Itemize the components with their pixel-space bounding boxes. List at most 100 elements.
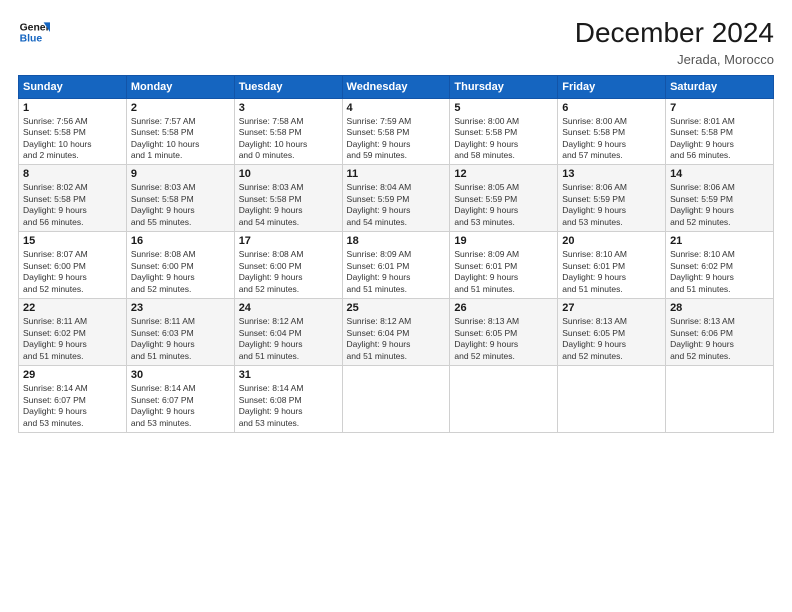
day-cell: 23 Sunrise: 8:11 AMSunset: 6:03 PMDayligh…: [126, 299, 234, 366]
day-number: 27: [562, 302, 661, 314]
day-info: Sunrise: 8:06 AMSunset: 5:59 PMDaylight:…: [562, 182, 661, 228]
col-friday: Friday: [558, 75, 666, 98]
col-sunday: Sunday: [19, 75, 127, 98]
week-row-1: 1 Sunrise: 7:56 AMSunset: 5:58 PMDaylight…: [19, 98, 774, 165]
day-cell: 15 Sunrise: 8:07 AMSunset: 6:00 PMDayligh…: [19, 232, 127, 299]
day-cell: 1 Sunrise: 7:56 AMSunset: 5:58 PMDaylight…: [19, 98, 127, 165]
day-number: 30: [131, 369, 230, 381]
week-row-2: 8 Sunrise: 8:02 AMSunset: 5:58 PMDaylight…: [19, 165, 774, 232]
day-cell: [666, 366, 774, 433]
day-info: Sunrise: 8:13 AMSunset: 6:05 PMDaylight:…: [562, 316, 661, 362]
logo: General Blue: [18, 16, 50, 48]
day-cell: 24 Sunrise: 8:12 AMSunset: 6:04 PMDayligh…: [234, 299, 342, 366]
day-cell: 10Sunrise: 8:03 AMSunset: 5:58 PMDayligh…: [234, 165, 342, 232]
page-header: General Blue December 2024 Jerada, Moroc…: [18, 16, 774, 67]
week-row-5: 29Sunrise: 8:14 AMSunset: 6:07 PMDayligh…: [19, 366, 774, 433]
day-number: 16: [131, 235, 230, 247]
day-info: Sunrise: 8:14 AMSunset: 6:07 PMDaylight:…: [23, 383, 122, 429]
day-number: 8: [23, 168, 122, 180]
day-cell: 9Sunrise: 8:03 AMSunset: 5:58 PMDaylight…: [126, 165, 234, 232]
day-cell: 12 Sunrise: 8:05 AMSunset: 5:59 PMDayligh…: [450, 165, 558, 232]
day-info: Sunrise: 8:10 AMSunset: 6:02 PMDaylight:…: [670, 249, 769, 295]
day-info: Sunrise: 7:59 AMSunset: 5:58 PMDaylight:…: [347, 116, 446, 162]
day-number: 26: [454, 302, 553, 314]
day-cell: 19 Sunrise: 8:09 AMSunset: 6:01 PMDayligh…: [450, 232, 558, 299]
day-cell: 3Sunrise: 7:58 AMSunset: 5:58 PMDaylight…: [234, 98, 342, 165]
day-number: 20: [562, 235, 661, 247]
day-cell: [342, 366, 450, 433]
day-cell: 2 Sunrise: 7:57 AMSunset: 5:58 PMDaylight…: [126, 98, 234, 165]
day-info: Sunrise: 8:02 AMSunset: 5:58 PMDaylight:…: [23, 182, 122, 228]
day-cell: 16 Sunrise: 8:08 AMSunset: 6:00 PMDayligh…: [126, 232, 234, 299]
day-number: 4: [347, 102, 446, 114]
day-info: Sunrise: 8:13 AMSunset: 6:05 PMDaylight:…: [454, 316, 553, 362]
day-info: Sunrise: 8:03 AMSunset: 5:58 PMDaylight:…: [239, 182, 338, 228]
day-cell: 20Sunrise: 8:10 AMSunset: 6:01 PMDayligh…: [558, 232, 666, 299]
day-cell: 31Sunrise: 8:14 AMSunset: 6:08 PMDayligh…: [234, 366, 342, 433]
day-number: 18: [347, 235, 446, 247]
day-cell: 18 Sunrise: 8:09 AMSunset: 6:01 PMDayligh…: [342, 232, 450, 299]
day-cell: 7Sunrise: 8:01 AMSunset: 5:58 PMDaylight…: [666, 98, 774, 165]
day-cell: 21 Sunrise: 8:10 AMSunset: 6:02 PMDayligh…: [666, 232, 774, 299]
day-info: Sunrise: 8:11 AMSunset: 6:03 PMDaylight:…: [131, 316, 230, 362]
day-cell: 28 Sunrise: 8:13 AMSunset: 6:06 PMDayligh…: [666, 299, 774, 366]
col-thursday: Thursday: [450, 75, 558, 98]
calendar-header: Sunday Monday Tuesday Wednesday Thursday…: [19, 75, 774, 98]
day-number: 28: [670, 302, 769, 314]
day-info: Sunrise: 7:56 AMSunset: 5:58 PMDaylight:…: [23, 116, 122, 162]
calendar-table: Sunday Monday Tuesday Wednesday Thursday…: [18, 75, 774, 433]
day-info: Sunrise: 8:12 AMSunset: 6:04 PMDaylight:…: [239, 316, 338, 362]
day-info: Sunrise: 8:00 AMSunset: 5:58 PMDaylight:…: [454, 116, 553, 162]
month-title: December 2024: [575, 16, 774, 50]
day-number: 23: [131, 302, 230, 314]
day-info: Sunrise: 8:08 AMSunset: 6:00 PMDaylight:…: [239, 249, 338, 295]
day-info: Sunrise: 8:13 AMSunset: 6:06 PMDaylight:…: [670, 316, 769, 362]
day-cell: 13 Sunrise: 8:06 AMSunset: 5:59 PMDayligh…: [558, 165, 666, 232]
col-monday: Monday: [126, 75, 234, 98]
day-number: 17: [239, 235, 338, 247]
header-row: Sunday Monday Tuesday Wednesday Thursday…: [19, 75, 774, 98]
day-cell: 4 Sunrise: 7:59 AMSunset: 5:58 PMDaylight…: [342, 98, 450, 165]
day-number: 25: [347, 302, 446, 314]
day-cell: [450, 366, 558, 433]
col-saturday: Saturday: [666, 75, 774, 98]
logo-icon: General Blue: [18, 16, 50, 48]
day-number: 13: [562, 168, 661, 180]
location: Jerada, Morocco: [575, 52, 774, 67]
day-number: 5: [454, 102, 553, 114]
day-info: Sunrise: 7:57 AMSunset: 5:58 PMDaylight:…: [131, 116, 230, 162]
day-info: Sunrise: 8:12 AMSunset: 6:04 PMDaylight:…: [347, 316, 446, 362]
day-info: Sunrise: 8:06 AMSunset: 5:59 PMDaylight:…: [670, 182, 769, 228]
day-info: Sunrise: 8:08 AMSunset: 6:00 PMDaylight:…: [131, 249, 230, 295]
day-info: Sunrise: 8:05 AMSunset: 5:59 PMDaylight:…: [454, 182, 553, 228]
day-cell: 5 Sunrise: 8:00 AMSunset: 5:58 PMDaylight…: [450, 98, 558, 165]
day-number: 11: [347, 168, 446, 180]
day-number: 15: [23, 235, 122, 247]
day-number: 1: [23, 102, 122, 114]
day-number: 12: [454, 168, 553, 180]
day-info: Sunrise: 8:11 AMSunset: 6:02 PMDaylight:…: [23, 316, 122, 362]
day-number: 14: [670, 168, 769, 180]
day-info: Sunrise: 8:07 AMSunset: 6:00 PMDaylight:…: [23, 249, 122, 295]
day-number: 21: [670, 235, 769, 247]
day-cell: 25 Sunrise: 8:12 AMSunset: 6:04 PMDayligh…: [342, 299, 450, 366]
day-cell: 17 Sunrise: 8:08 AMSunset: 6:00 PMDayligh…: [234, 232, 342, 299]
day-cell: 27 Sunrise: 8:13 AMSunset: 6:05 PMDayligh…: [558, 299, 666, 366]
day-cell: 14 Sunrise: 8:06 AMSunset: 5:59 PMDayligh…: [666, 165, 774, 232]
day-info: Sunrise: 8:14 AMSunset: 6:07 PMDaylight:…: [131, 383, 230, 429]
day-cell: [558, 366, 666, 433]
week-row-3: 15 Sunrise: 8:07 AMSunset: 6:00 PMDayligh…: [19, 232, 774, 299]
day-cell: 11Sunrise: 8:04 AMSunset: 5:59 PMDayligh…: [342, 165, 450, 232]
day-info: Sunrise: 8:09 AMSunset: 6:01 PMDaylight:…: [454, 249, 553, 295]
day-number: 24: [239, 302, 338, 314]
day-number: 2: [131, 102, 230, 114]
svg-text:Blue: Blue: [20, 34, 43, 45]
calendar-page: General Blue December 2024 Jerada, Moroc…: [0, 0, 792, 612]
col-wednesday: Wednesday: [342, 75, 450, 98]
day-number: 9: [131, 168, 230, 180]
day-number: 7: [670, 102, 769, 114]
week-row-4: 22Sunrise: 8:11 AMSunset: 6:02 PMDayligh…: [19, 299, 774, 366]
day-info: Sunrise: 8:09 AMSunset: 6:01 PMDaylight:…: [347, 249, 446, 295]
day-number: 31: [239, 369, 338, 381]
day-number: 19: [454, 235, 553, 247]
